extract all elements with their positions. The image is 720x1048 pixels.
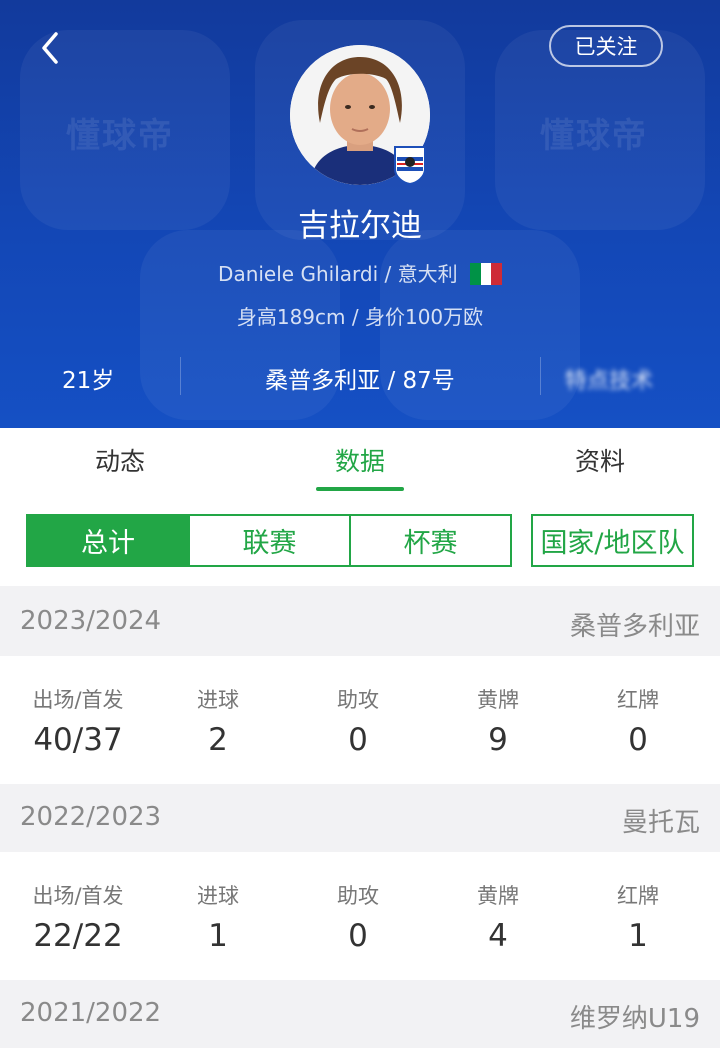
season-stats: 出场/首发 40/37 进球 2 助攻 0 黄牌 9 红牌 0 [0,656,720,784]
stat-value: 22/22 [33,918,123,954]
blurred-info: 特点技术 [565,369,654,394]
italy-flag-icon [469,263,502,285]
tab-data[interactable]: 数据 [240,442,480,478]
follow-button[interactable]: 已关注 [549,25,663,67]
player-club-number: 桑普多利亚 / 87号 [265,368,455,394]
english-name: Daniele Ghilardi [218,262,379,286]
divider [540,357,541,395]
stat-label: 进球 [197,884,239,908]
player-header: 懂球帝 懂球帝 已关注 吉拉尔迪 Daniele Ghilardi / 意大利 … [0,0,720,428]
season-header: 2021/2022 维罗纳U19 [0,980,720,1048]
stat-label: 助攻 [337,884,379,908]
player-name: 吉拉尔迪 [298,208,422,244]
segment-total[interactable]: 总计 [26,514,190,567]
season-year: 2022/2023 [20,802,162,832]
tab-bar: 动态 数据 资料 [0,428,720,494]
season-team: 维罗纳U19 [569,1004,700,1034]
season-stats: 出场/首发 22/22 进球 1 助攻 0 黄牌 4 红牌 1 [0,852,720,980]
player-age: 21岁 [62,368,115,394]
player-subtitle: Daniele Ghilardi / 意大利 [0,258,720,287]
stat-value: 4 [488,918,508,954]
active-tab-indicator [316,487,404,491]
season-team: 桑普多利亚 [569,612,700,642]
season-header: 2023/2024 桑普多利亚 [0,588,720,656]
tab-profile[interactable]: 资料 [480,442,720,478]
watermark-right: 懂球帝 [540,116,648,156]
player-height-value: 身高189cm / 身价100万欧 [236,305,484,329]
stat-label: 黄牌 [477,688,519,712]
stat-value: 0 [628,722,648,758]
stat-value: 0 [348,722,368,758]
nationality: 意大利 [397,262,458,286]
season-year: 2023/2024 [20,606,162,636]
season-year: 2021/2022 [20,998,162,1028]
stat-label: 助攻 [337,688,379,712]
stat-value: 1 [628,918,648,954]
season-team: 曼托瓦 [621,808,700,838]
stat-label: 出场/首发 [32,884,124,908]
stat-value: 9 [488,722,508,758]
segment-cup[interactable]: 杯赛 [349,514,512,567]
player-info-bar: 21岁 桑普多利亚 / 87号 特点技术 [0,355,720,399]
stat-label: 出场/首发 [32,688,124,712]
stat-label: 黄牌 [477,884,519,908]
stat-value: 40/37 [33,722,123,758]
stat-label: 红牌 [617,884,659,908]
segment-national-team[interactable]: 国家/地区队 [531,514,694,567]
stat-value: 0 [348,918,368,954]
season-header: 2022/2023 曼托瓦 [0,784,720,852]
back-button[interactable] [36,28,70,68]
watermark-left: 懂球帝 [66,116,174,156]
chevron-left-icon [42,32,58,64]
tab-news[interactable]: 动态 [0,442,240,478]
stat-value: 2 [208,722,228,758]
stat-label: 红牌 [617,688,659,712]
stat-label: 进球 [197,688,239,712]
segment-control: 总计 联赛 杯赛 国家/地区队 [0,494,720,586]
segment-league[interactable]: 联赛 [188,514,351,567]
stat-value: 1 [208,918,228,954]
club-badge-icon [393,145,427,186]
